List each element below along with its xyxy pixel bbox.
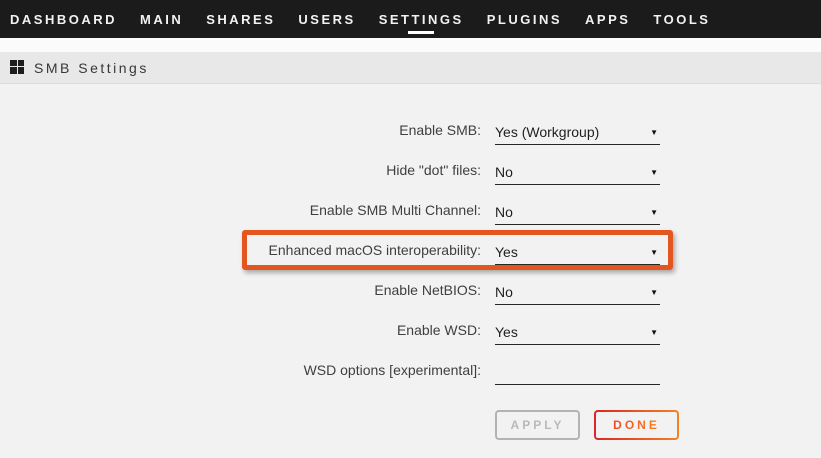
nav-item-apps[interactable]: APPS (585, 6, 630, 33)
apply-button[interactable]: APPLY (495, 410, 580, 440)
windows-icon (10, 60, 25, 75)
nav-item-plugins[interactable]: PLUGINS (487, 6, 562, 33)
chevron-down-icon: ▼ (650, 166, 660, 180)
done-button[interactable]: DONE (594, 410, 679, 440)
smb-multi-channel-label: Enable SMB Multi Channel: (0, 202, 481, 225)
done-button-label: DONE (613, 418, 660, 432)
wsd-options-input[interactable] (495, 364, 660, 380)
enable-wsd-value: Yes (495, 324, 518, 340)
form-row-smb-multi-channel: Enable SMB Multi Channel: No ▼ (0, 185, 821, 225)
nav-item-tools[interactable]: TOOLS (653, 6, 710, 33)
macos-interoperability-select[interactable]: Yes ▼ (495, 244, 660, 265)
macos-interoperability-value: Yes (495, 244, 518, 260)
chevron-down-icon: ▼ (650, 206, 660, 220)
enable-netbios-value: No (495, 284, 513, 300)
form-row-wsd-options: WSD options [experimental]: (0, 345, 821, 385)
wsd-options-field-wrap (495, 364, 660, 385)
nav-item-shares[interactable]: SHARES (206, 6, 275, 33)
top-navigation: DASHBOARD MAIN SHARES USERS SETTINGS PLU… (0, 0, 821, 38)
hide-dot-files-label: Hide "dot" files: (0, 162, 481, 185)
form-row-enable-netbios: Enable NetBIOS: No ▼ (0, 265, 821, 305)
macos-interoperability-label: Enhanced macOS interoperability: (0, 242, 481, 265)
enable-smb-value: Yes (Workgroup) (495, 124, 599, 140)
enable-wsd-select[interactable]: Yes ▼ (495, 324, 660, 345)
smb-multi-channel-select[interactable]: No ▼ (495, 204, 660, 225)
hide-dot-files-value: No (495, 164, 513, 180)
wsd-options-label: WSD options [experimental]: (0, 362, 481, 385)
chevron-down-icon: ▼ (650, 126, 660, 140)
form-row-hide-dot-files: Hide "dot" files: No ▼ (0, 145, 821, 185)
spacer-strip (0, 38, 821, 52)
form-row-macos-interoperability: Enhanced macOS interoperability: Yes ▼ (0, 225, 821, 265)
nav-item-main[interactable]: MAIN (140, 6, 183, 33)
enable-smb-select[interactable]: Yes (Workgroup) ▼ (495, 124, 660, 145)
form-buttons: APPLY DONE (495, 410, 821, 440)
smb-multi-channel-value: No (495, 204, 513, 220)
chevron-down-icon: ▼ (650, 326, 660, 340)
chevron-down-icon: ▼ (650, 246, 660, 260)
smb-settings-form: Enable SMB: Yes (Workgroup) ▼ Hide "dot"… (0, 84, 821, 440)
nav-item-settings[interactable]: SETTINGS (379, 6, 464, 33)
done-button-inner: DONE (596, 412, 677, 438)
chevron-down-icon: ▼ (650, 286, 660, 300)
enable-netbios-select[interactable]: No ▼ (495, 284, 660, 305)
nav-item-dashboard[interactable]: DASHBOARD (10, 6, 117, 33)
form-row-enable-smb: Enable SMB: Yes (Workgroup) ▼ (0, 105, 821, 145)
form-row-enable-wsd: Enable WSD: Yes ▼ (0, 305, 821, 345)
page-header: SMB Settings (0, 52, 821, 84)
enable-smb-label: Enable SMB: (0, 122, 481, 145)
page-title: SMB Settings (34, 60, 149, 76)
hide-dot-files-select[interactable]: No ▼ (495, 164, 660, 185)
enable-wsd-label: Enable WSD: (0, 322, 481, 345)
enable-netbios-label: Enable NetBIOS: (0, 282, 481, 305)
nav-item-users[interactable]: USERS (298, 6, 355, 33)
